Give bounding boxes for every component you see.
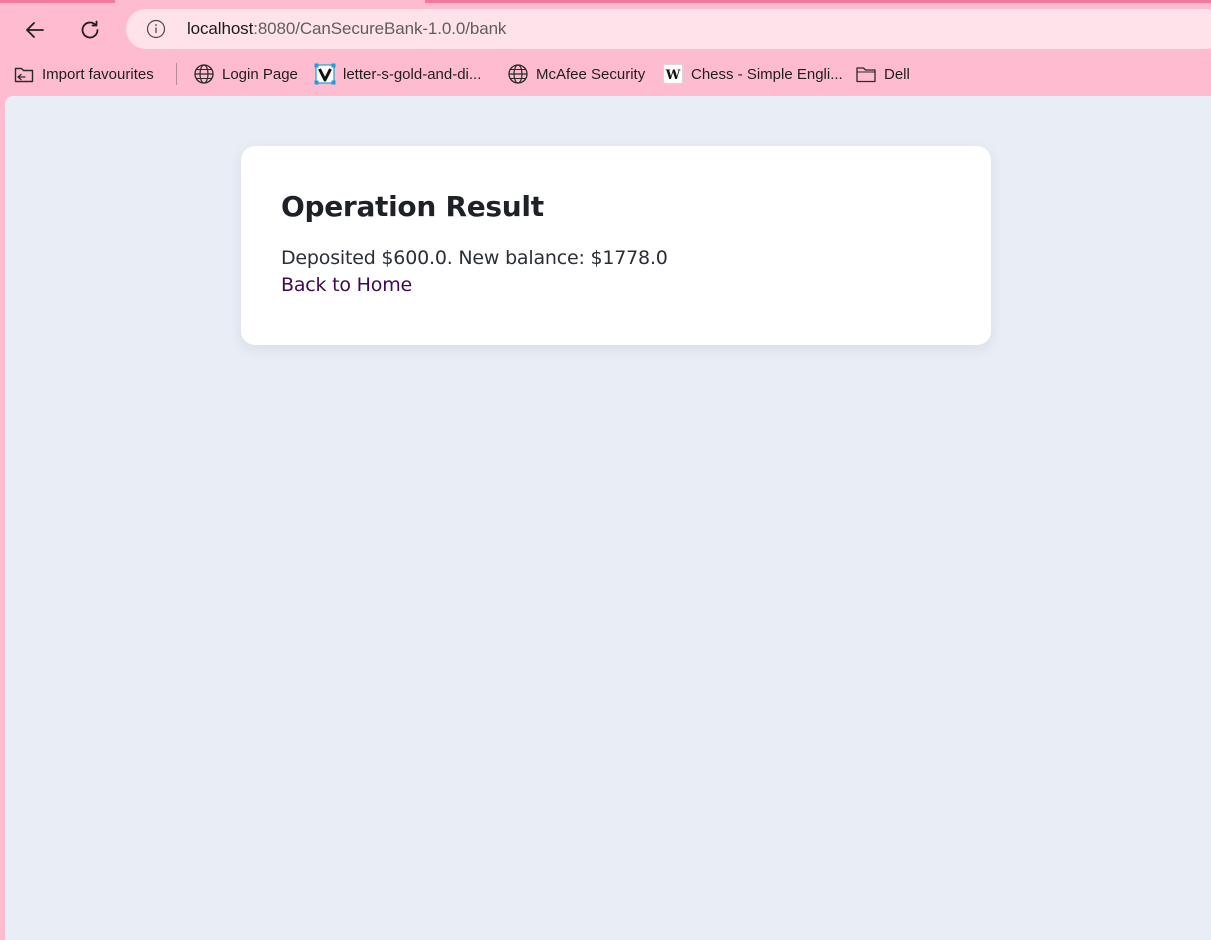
reload-button[interactable] <box>72 12 108 48</box>
url-host: localhost <box>187 19 254 38</box>
bookmark-label: letter-s-gold-and-di... <box>343 65 482 83</box>
wikipedia-icon: W <box>662 63 684 85</box>
site-info-icon[interactable] <box>146 19 166 39</box>
globe-icon <box>507 63 529 85</box>
bookmark-label: McAfee Security <box>536 65 646 83</box>
address-bar[interactable]: localhost:8080/CanSecureBank-1.0.0/bank <box>126 9 1211 49</box>
bookmark-label: Login Page <box>222 65 298 83</box>
page-viewport: Operation Result Deposited $600.0. New b… <box>5 96 1211 940</box>
tab-edge-right[interactable] <box>425 0 1211 3</box>
bookmark-login-page[interactable]: Login Page <box>193 58 298 90</box>
bookmark-label: Chess - Simple Engli... <box>691 65 843 83</box>
bookmark-label: Dell <box>884 65 910 83</box>
url-path: :8080/CanSecureBank-1.0.0/bank <box>253 19 507 38</box>
result-message: Deposited $600.0. New balance: $1778.0 <box>281 247 668 269</box>
bookmarks-bar: Import favourites Login Page letter-s-go… <box>0 58 1211 90</box>
result-card: Operation Result Deposited $600.0. New b… <box>241 146 991 345</box>
browser-toolbar: localhost:8080/CanSecureBank-1.0.0/bank <box>0 4 1211 54</box>
image-logo-icon <box>314 63 336 85</box>
back-arrow-icon <box>23 18 47 42</box>
tab-edge-left[interactable] <box>0 0 115 3</box>
back-button[interactable] <box>17 12 53 48</box>
bookmarks-separator <box>176 63 177 85</box>
svg-text:W: W <box>665 68 681 83</box>
folder-icon <box>855 63 877 85</box>
bookmark-mcafee-security[interactable]: McAfee Security <box>507 58 645 90</box>
back-to-home-link[interactable]: Back to Home <box>281 272 951 299</box>
bookmark-import-favourites[interactable]: Import favourites <box>13 58 154 90</box>
bookmark-letter-s-gold[interactable]: letter-s-gold-and-di... <box>314 58 481 90</box>
browser-window: localhost:8080/CanSecureBank-1.0.0/bank … <box>0 0 1211 940</box>
page-title: Operation Result <box>281 190 544 223</box>
bookmark-label: Import favourites <box>42 65 154 83</box>
reload-icon <box>78 18 102 42</box>
bookmark-chess-simple-english[interactable]: W Chess - Simple Engli... <box>662 58 843 90</box>
url-text[interactable]: localhost:8080/CanSecureBank-1.0.0/bank <box>187 19 506 39</box>
globe-icon <box>193 63 215 85</box>
bookmark-dell[interactable]: Dell <box>855 58 910 90</box>
import-icon <box>13 63 35 85</box>
